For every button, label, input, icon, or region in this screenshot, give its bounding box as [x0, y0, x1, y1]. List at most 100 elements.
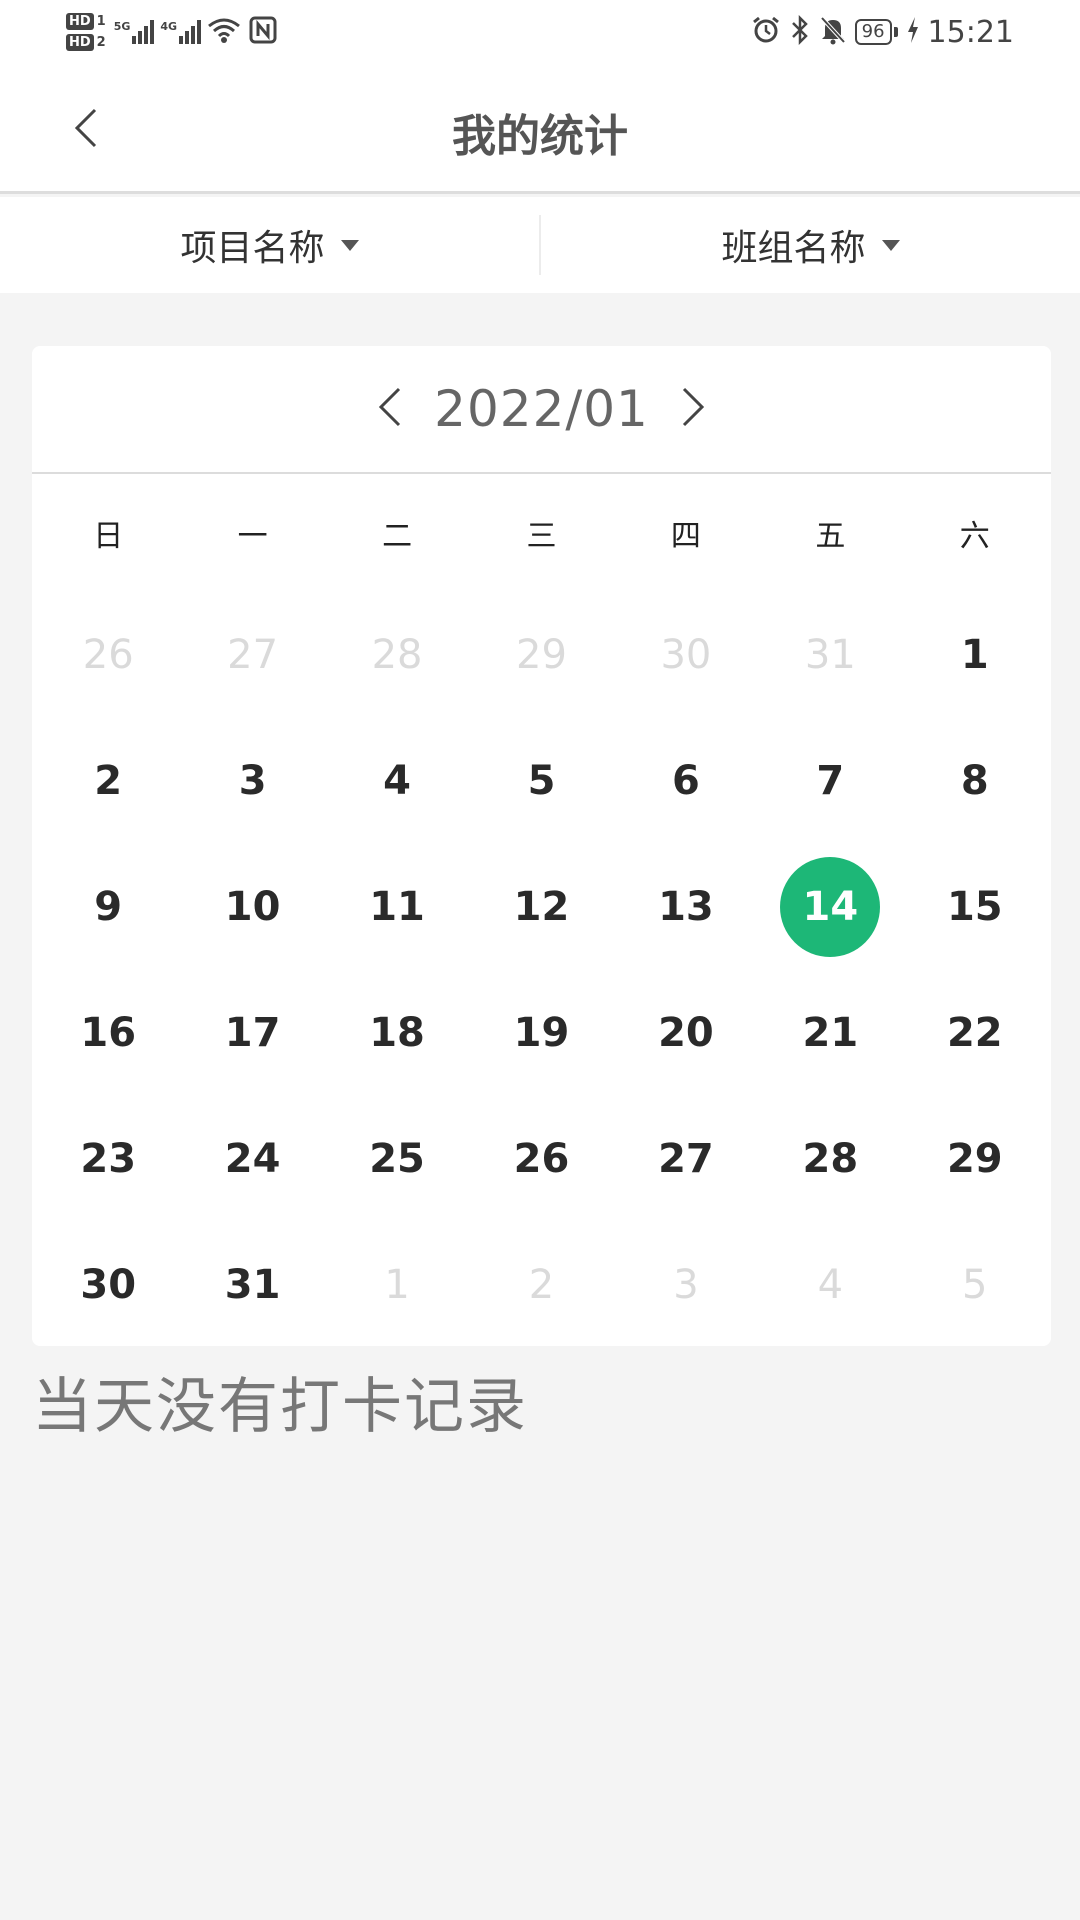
calendar-day-number: 17	[224, 1010, 281, 1056]
calendar-day[interactable]: 15	[903, 844, 1047, 970]
weekday-label: 五	[815, 519, 846, 554]
calendar-day-number: 6	[672, 758, 700, 804]
bluetooth-icon	[789, 14, 811, 49]
calendar-day-number: 16	[80, 1010, 137, 1056]
signal-5g: 5G	[114, 20, 155, 44]
calendar-day-number: 25	[369, 1136, 425, 1182]
prev-month-button[interactable]	[370, 379, 410, 439]
calendar-day-number: 2	[94, 758, 123, 804]
calendar-day-number: 27	[658, 1136, 714, 1182]
calendar-day-number: 7	[816, 758, 845, 804]
empty-message: 当天没有打卡记录	[32, 1372, 528, 1442]
calendar-day[interactable]: 26	[469, 1096, 613, 1222]
calendar-day-number: 29	[516, 632, 567, 678]
calendar-day[interactable]: 30	[36, 1222, 180, 1348]
calendar-day[interactable]: 17	[180, 970, 324, 1096]
calendar-day-number: 29	[946, 1136, 1003, 1182]
calendar-day-number: 8	[960, 758, 989, 804]
calendar-day-other-month[interactable]: 4	[758, 1222, 902, 1348]
page-title: 我的统计	[452, 111, 628, 162]
calendar-day[interactable]: 29	[903, 1096, 1047, 1222]
next-month-button[interactable]	[673, 379, 713, 439]
calendar-day-other-month[interactable]: 31	[758, 592, 902, 718]
calendar-day-selected[interactable]: 14	[758, 844, 902, 970]
net-label-5g: 5G	[113, 20, 131, 33]
calendar-days-grid: 26 27 28 29 30 31 1 2 3 4 5 6 7 8 9 10 11 12 13 14 15 16 17 18 1…	[32, 592, 1051, 1348]
calendar-day[interactable]: 3	[180, 718, 324, 844]
calendar-day-other-month[interactable]: 27	[180, 592, 324, 718]
calendar-day[interactable]: 6	[614, 718, 758, 844]
calendar-day[interactable]: 10	[180, 844, 324, 970]
calendar-day-number: 27	[227, 632, 279, 678]
hd-indicators: HD 1 HD 2	[66, 13, 106, 51]
battery-level: 96	[854, 19, 892, 45]
calendar-day[interactable]: 28	[758, 1096, 902, 1222]
calendar-day[interactable]: 9	[36, 844, 180, 970]
calendar-day-other-month[interactable]: 2	[469, 1222, 613, 1348]
calendar-day-other-month[interactable]: 3	[614, 1222, 758, 1348]
calendar-day-number: 12	[513, 884, 570, 930]
project-filter-label: 项目名称	[180, 228, 325, 269]
alarm-icon	[751, 15, 781, 49]
calendar-day[interactable]: 13	[614, 844, 758, 970]
calendar-day-number: 5	[962, 1262, 988, 1308]
hd-sim-2: 2	[96, 35, 106, 50]
calendar-day[interactable]: 1	[903, 592, 1047, 718]
calendar-day-number: 10	[224, 884, 281, 930]
calendar-day[interactable]: 27	[614, 1096, 758, 1222]
net-label-4g: 4G	[160, 20, 178, 33]
calendar-day[interactable]: 20	[614, 970, 758, 1096]
calendar-day-other-month[interactable]: 5	[903, 1222, 1047, 1348]
calendar: 2022/01 日 一 二 三 四 五 六 26 27 28 29 30 31 1 2 3 4 5 6…	[32, 346, 1051, 1346]
weekday-label: 三	[526, 519, 557, 554]
calendar-day[interactable]: 19	[469, 970, 613, 1096]
calendar-day-other-month[interactable]: 30	[614, 592, 758, 718]
hd-badge-1: HD	[66, 13, 94, 30]
calendar-day[interactable]: 21	[758, 970, 902, 1096]
battery-indicator: 96	[854, 19, 898, 45]
calendar-day-number: 31	[224, 1262, 281, 1308]
filter-bar: 项目名称 班组名称	[0, 197, 1080, 293]
weekday-label: 四	[670, 519, 701, 554]
calendar-day-number: 1	[384, 1262, 410, 1308]
calendar-day-other-month[interactable]: 29	[469, 592, 613, 718]
calendar-day[interactable]: 2	[36, 718, 180, 844]
calendar-day-other-month[interactable]: 28	[325, 592, 469, 718]
calendar-day-number: 23	[80, 1136, 137, 1182]
calendar-header: 2022/01	[32, 346, 1051, 474]
calendar-day-number: 3	[238, 758, 267, 804]
calendar-day-number: 30	[660, 632, 712, 678]
calendar-day[interactable]: 25	[325, 1096, 469, 1222]
calendar-day[interactable]: 18	[325, 970, 469, 1096]
charging-icon	[906, 16, 920, 48]
chevron-left-icon	[377, 385, 403, 433]
calendar-day-number: 20	[658, 1010, 714, 1056]
calendar-day[interactable]: 8	[903, 718, 1047, 844]
calendar-day[interactable]: 31	[180, 1222, 324, 1348]
calendar-day[interactable]: 23	[36, 1096, 180, 1222]
calendar-day-other-month[interactable]: 1	[325, 1222, 469, 1348]
status-right: 96 15:21	[751, 8, 1014, 56]
calendar-day[interactable]: 24	[180, 1096, 324, 1222]
mute-bell-icon	[819, 15, 847, 49]
calendar-day-number: 14	[780, 857, 881, 957]
team-filter-label: 班组名称	[721, 228, 866, 269]
calendar-day[interactable]: 7	[758, 718, 902, 844]
calendar-day[interactable]: 22	[903, 970, 1047, 1096]
team-filter-dropdown[interactable]: 班组名称	[541, 197, 1080, 293]
calendar-day[interactable]: 11	[325, 844, 469, 970]
calendar-day[interactable]: 12	[469, 844, 613, 970]
calendar-day-other-month[interactable]: 26	[36, 592, 180, 718]
status-left: HD 1 HD 2 5G 4G	[66, 4, 277, 60]
project-filter-dropdown[interactable]: 项目名称	[0, 197, 539, 293]
calendar-day-number: 24	[224, 1136, 281, 1182]
app-header: 我的统计	[0, 64, 1080, 194]
calendar-day-number: 3	[673, 1262, 699, 1308]
calendar-day[interactable]: 4	[325, 718, 469, 844]
calendar-day[interactable]: 5	[469, 718, 613, 844]
calendar-day[interactable]: 16	[36, 970, 180, 1096]
status-bar: HD 1 HD 2 5G 4G 96 15:21	[0, 0, 1080, 64]
calendar-day-number: 18	[369, 1010, 425, 1056]
calendar-month: 2022/01	[434, 380, 649, 438]
hd-badge-2: HD	[66, 34, 94, 51]
